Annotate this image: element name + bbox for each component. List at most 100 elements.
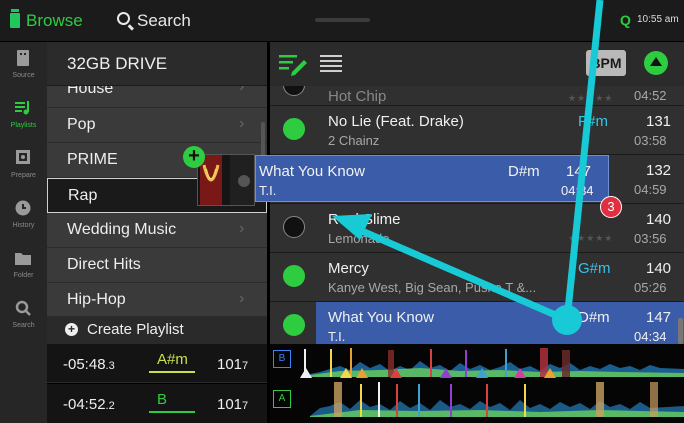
track-title: Hot Chip [328, 88, 387, 105]
quantize-indicator[interactable]: Q [620, 12, 631, 28]
chevron-right-icon: › [239, 290, 245, 307]
top-bar: Browse Search Q 10:55 am [0, 0, 684, 42]
deck-info-a: -04:52.2 B 1017 [47, 384, 267, 423]
deck-bpm: 1017 [217, 356, 249, 373]
search-tab[interactable]: Search [137, 11, 191, 31]
track-duration: 04:59 [634, 182, 667, 197]
track-status-dot [283, 265, 305, 287]
track-bpm: 140 [646, 211, 672, 228]
deck-bpm: 1017 [217, 396, 249, 413]
crate-item-pop[interactable]: Pop › [47, 108, 267, 143]
sidebar-item-label: Search [12, 322, 35, 329]
usb-drive-icon [17, 50, 29, 66]
chevron-right-icon: › [239, 86, 245, 95]
clock-icon [15, 200, 31, 216]
search-icon[interactable] [117, 12, 130, 25]
track-bpm: 147 [646, 309, 672, 326]
sidebar-item-label: History [12, 222, 35, 229]
deck-key: A#m [157, 351, 188, 368]
view-sidebar: Source Playlists Prepare History Folder … [0, 42, 47, 423]
sidebar-item-prepare[interactable]: Prepare [0, 142, 47, 192]
drag-count-badge: 3 [600, 196, 622, 218]
drag-bpm: 147 [566, 163, 592, 180]
crate-label: Wedding Music [67, 221, 177, 238]
waveform-graphics [300, 348, 684, 417]
sort-ascending-icon[interactable] [644, 51, 668, 75]
source-title: 32GB DRIVE [67, 54, 168, 73]
playlist-icon [15, 101, 29, 115]
track-duration: 04:52 [634, 88, 667, 103]
chevron-right-icon: › [239, 115, 245, 132]
track-artist: Kanye West, Big Sean, Pusha T &... [328, 280, 537, 295]
track-bpm: 131 [646, 113, 672, 130]
crate-label: PRIME [67, 151, 118, 168]
list-view-icon[interactable] [320, 54, 342, 74]
edit-list-icon[interactable] [278, 52, 308, 76]
track-key: G#m [578, 260, 611, 277]
sidebar-item-label: Source [12, 72, 35, 79]
clock: 10:55 am [637, 14, 679, 25]
sidebar-item-label: Folder [13, 272, 34, 279]
add-to-playlist-icon: + [183, 146, 205, 168]
crate-label: Rap [68, 187, 98, 204]
track-bpm: 132 [646, 162, 672, 179]
sort-bpm-button[interactable]: BPM [586, 50, 626, 76]
track-artist: Lemonade [328, 231, 390, 246]
drag-title: What You Know [259, 163, 365, 180]
tracks-scrollbar[interactable] [678, 318, 683, 344]
track-rating: ★★★★★ [568, 93, 614, 103]
track-status-dot [283, 216, 305, 238]
track-row[interactable]: Real Slime Lemonade ★★★★★ 140 03:56 [270, 204, 684, 253]
drag-artist: T.I. [259, 183, 277, 198]
track-row[interactable]: No Lie (Feat. Drake) 2 Chainz F#m 131 03… [270, 106, 684, 155]
search-icon [15, 300, 31, 316]
track-title: Mercy [328, 260, 369, 277]
track-title: No Lie (Feat. Drake) [328, 113, 464, 130]
deck-time-remaining: -04:52.2 [63, 396, 115, 413]
deck-a-tag: A [273, 390, 291, 408]
track-status-dot [283, 118, 305, 140]
track-row[interactable]: Hot Chip ★★★★★ 04:52 [270, 86, 684, 106]
plus-icon: + [65, 323, 78, 336]
dragged-track-card[interactable]: What You Know T.I. D#m 147 04:34 [255, 155, 609, 202]
crate-item-house[interactable]: House › [47, 86, 267, 108]
track-key: D#m [578, 309, 610, 326]
deck-key: B [157, 391, 168, 408]
sidebar-item-search[interactable]: Search [0, 292, 47, 342]
create-playlist-label: Create Playlist [87, 321, 184, 338]
track-duration: 04:34 [634, 329, 667, 344]
create-playlist-button[interactable]: + Create Playlist [47, 316, 267, 344]
track-bpm: 140 [646, 260, 672, 277]
track-duration: 03:58 [634, 133, 667, 148]
deck-time-remaining: -05:48.3 [63, 356, 115, 373]
sidebar-item-folder[interactable]: Folder [0, 242, 47, 292]
drag-handle[interactable] [315, 18, 370, 22]
sidebar-item-playlists[interactable]: Playlists [0, 92, 47, 142]
album-art-thumbnail [197, 154, 255, 206]
key-underline [149, 371, 195, 373]
track-artist: T.I. [328, 329, 346, 344]
track-row[interactable]: Mercy Kanye West, Big Sean, Pusha T &...… [270, 253, 684, 302]
crate-item-direct-hits[interactable]: Direct Hits [47, 248, 267, 283]
track-title: What You Know [328, 309, 434, 326]
key-underline [149, 411, 195, 413]
chevron-right-icon: › [239, 220, 245, 237]
drag-key: D#m [508, 163, 540, 180]
browse-icon [10, 9, 20, 28]
sidebar-item-history[interactable]: History [0, 192, 47, 242]
crate-item-wedding-music[interactable]: Wedding Music › [47, 213, 267, 248]
track-rating: ★★★★★ [568, 233, 614, 243]
track-key: F#m [578, 113, 608, 130]
track-duration: 05:26 [634, 280, 667, 295]
sidebar-item-source[interactable]: Source [0, 42, 47, 92]
waveform-overview[interactable]: B A [270, 344, 684, 423]
crate-item-hip-hop[interactable]: Hip-Hop › [47, 283, 267, 318]
track-title: Real Slime [328, 211, 401, 228]
track-status-dot [283, 86, 305, 96]
crate-label: Pop [67, 116, 96, 133]
crates-header: 32GB DRIVE [47, 42, 267, 86]
deck-info-b: -05:48.3 A#m 1017 [47, 344, 267, 383]
prepare-icon [16, 150, 30, 164]
browse-tab[interactable]: Browse [26, 11, 83, 31]
drag-duration: 04:34 [561, 183, 594, 198]
